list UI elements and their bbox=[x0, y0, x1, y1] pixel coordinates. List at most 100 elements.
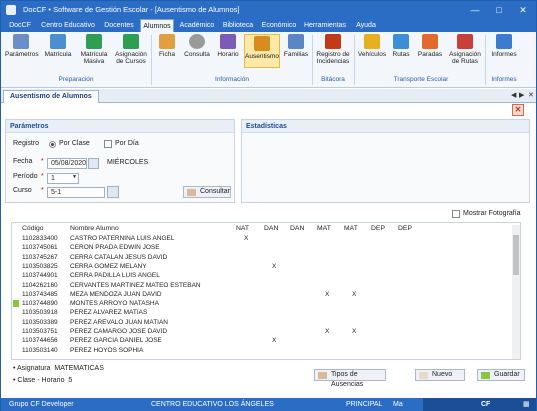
menu-herramientas[interactable]: Herramientas bbox=[301, 19, 349, 32]
menu-doccf[interactable]: DocCF bbox=[5, 19, 35, 32]
ribbon-asignacion-cursos-button[interactable]: Asignación de Cursos bbox=[113, 34, 149, 65]
tab-close-icon[interactable]: ✕ bbox=[528, 91, 534, 99]
column-header-dep-1[interactable]: DEP bbox=[371, 223, 385, 234]
menu-docentes[interactable]: Docentes bbox=[100, 19, 138, 32]
menu-biblioteca[interactable]: Biblioteca bbox=[219, 19, 257, 32]
cell-absence-mark[interactable]: X bbox=[352, 327, 356, 336]
cell-codigo: 1103503918 bbox=[22, 309, 58, 317]
menu-centro-educativo[interactable]: Centro Educativo bbox=[39, 19, 97, 32]
tab-prev-icon[interactable]: ◀ bbox=[511, 91, 516, 99]
tipos-ausencias-button[interactable]: Tipos de Ausencias bbox=[314, 369, 386, 388]
cell-absence-mark[interactable]: X bbox=[272, 262, 276, 271]
column-header-nombre[interactable]: Nombre Alumno bbox=[70, 223, 119, 234]
cell-codigo: 1103503825 bbox=[22, 262, 58, 270]
cell-absence-mark[interactable]: X bbox=[325, 327, 329, 336]
table-row[interactable]: 1103743485 MEZA MENDOZA JUAN DAVID X X bbox=[12, 290, 512, 299]
ribbon-registro-incidencias-button[interactable]: Registro de Incidencias bbox=[314, 34, 352, 65]
ribbon-paradas-button[interactable]: Paradas bbox=[416, 34, 444, 58]
table-row[interactable]: 1103503751 PEREZ CAMARGO JOSE DAVID X X bbox=[12, 327, 512, 336]
cell-nombre: CERRA CATALAN JESUS DAVID bbox=[70, 253, 168, 261]
table-row[interactable]: 1104262160 CERVANTES MARTINEZ MATEO ESTEB… bbox=[12, 281, 512, 290]
curso-input[interactable]: 5-1 bbox=[47, 187, 105, 198]
consultar-button[interactable]: Consultar bbox=[183, 186, 231, 198]
column-header-nat[interactable]: NAT bbox=[236, 223, 249, 234]
cell-absence-mark[interactable]: X bbox=[325, 290, 329, 299]
table-row[interactable]: 1103503918 PEREZ ALVAREZ MATIAS bbox=[12, 308, 512, 317]
por-clase-radio[interactable] bbox=[49, 141, 56, 148]
ribbon-informes-button[interactable]: Informes bbox=[488, 34, 520, 58]
column-header-dan-1[interactable]: DAN bbox=[264, 223, 278, 234]
ribbon-rutas-button[interactable]: Rutas bbox=[389, 34, 413, 58]
table-row[interactable]: 1103503389 PEREZ AREVALO JUAN MATIAN bbox=[12, 318, 512, 327]
ribbon-horario-button[interactable]: Horario bbox=[214, 34, 242, 58]
ribbon-ausentismo-button[interactable]: Ausentismo bbox=[244, 34, 280, 68]
ribbon-parametros-button[interactable]: Parámetros bbox=[5, 34, 39, 58]
minimize-button[interactable]: — bbox=[463, 3, 487, 17]
guardar-button[interactable]: Guardar bbox=[477, 369, 525, 381]
ribbon-button-label: Horario bbox=[217, 51, 239, 58]
ribbon-matricula-masiva-button[interactable]: Matrícula Masiva bbox=[77, 34, 111, 65]
cell-nombre: MONTES ARROYO NATASHA bbox=[70, 300, 159, 308]
cell-nombre: PEREZ ALVAREZ MATIAS bbox=[70, 309, 148, 317]
tab-ausentismo[interactable]: Ausentismo de Alumnos bbox=[3, 90, 99, 103]
table-row[interactable]: 1103744890 MONTES ARROYO NATASHA bbox=[12, 299, 512, 308]
cell-codigo: 1103503751 bbox=[22, 328, 58, 335]
nuevo-button[interactable]: Nuevo bbox=[415, 369, 465, 381]
ribbon-button-label: Informes bbox=[491, 51, 517, 58]
ribbon-vehiculos-button[interactable]: Vehículos bbox=[357, 34, 387, 58]
bus-icon bbox=[364, 34, 380, 49]
close-window-button[interactable]: ✕ bbox=[511, 3, 535, 17]
menu-academico[interactable]: Académico bbox=[177, 19, 217, 32]
close-form-icon[interactable]: ✕ bbox=[512, 104, 524, 116]
ribbon-button-label: Matrícula bbox=[44, 51, 72, 58]
menu-ayuda[interactable]: Ayuda bbox=[351, 19, 381, 32]
mostrar-fotografia-checkbox[interactable] bbox=[452, 210, 460, 218]
group-label-bitacora: Bitácora bbox=[321, 76, 345, 83]
cell-nombre: PEREZ HOYOS SOPHIA bbox=[70, 346, 144, 354]
calendar-icon[interactable] bbox=[88, 158, 99, 169]
ribbon-button-label: Ausentismo bbox=[245, 53, 279, 60]
cell-absence-mark[interactable]: X bbox=[272, 336, 276, 345]
ribbon-ficha-button[interactable]: Ficha bbox=[155, 34, 179, 58]
group-separator bbox=[312, 35, 313, 85]
curso-picker-icon[interactable] bbox=[107, 186, 119, 198]
ribbon-button-label: Vehículos bbox=[357, 51, 387, 58]
ribbon-familias-button[interactable]: Familias bbox=[282, 34, 310, 58]
maximize-button[interactable]: □ bbox=[487, 3, 511, 17]
table-row[interactable]: 1103744656 PEREZ GARCIA DANIEL JOSE X bbox=[12, 336, 512, 345]
column-header-dep-2[interactable]: DEP bbox=[398, 223, 412, 234]
column-header-mat-2[interactable]: MAT bbox=[344, 223, 358, 234]
por-dia-checkbox[interactable] bbox=[104, 140, 112, 148]
ribbon-consulta-button[interactable]: Consulta bbox=[182, 34, 212, 58]
clase-row: • Clase - Horario 5 bbox=[13, 377, 73, 384]
ribbon-matricula-button[interactable]: Matrícula bbox=[42, 34, 74, 58]
curso-label: Curso bbox=[13, 187, 32, 194]
table-row[interactable]: 1103503825 CERRA GOMEZ MELANY X bbox=[12, 262, 512, 271]
tab-next-icon[interactable]: ▶ bbox=[519, 91, 524, 99]
column-header-codigo[interactable]: Código bbox=[22, 223, 44, 234]
map-pin-icon bbox=[422, 34, 438, 49]
cell-absence-mark[interactable]: X bbox=[244, 234, 248, 243]
table-row[interactable]: 1103745267 CERRA CATALAN JESUS DAVID bbox=[12, 253, 512, 262]
cell-absence-mark[interactable]: X bbox=[352, 290, 356, 299]
menu-economico[interactable]: Económico bbox=[259, 19, 299, 32]
ribbon-button-label: Parámetros bbox=[5, 51, 39, 58]
search-icon bbox=[187, 189, 196, 196]
fecha-input[interactable]: 05/08/2020 bbox=[47, 158, 87, 169]
estadisticas-header: Estadísticas bbox=[242, 120, 529, 133]
menu-alumnos[interactable]: Alumnos bbox=[140, 19, 174, 32]
table-row[interactable]: 1103503140 PEREZ HOYOS SOPHIA bbox=[12, 346, 512, 355]
cell-codigo: 1103503389 bbox=[22, 318, 58, 326]
route-assign-icon bbox=[457, 34, 473, 49]
clase-value: 5 bbox=[68, 377, 73, 384]
ribbon-button-label: Ficha bbox=[159, 51, 175, 58]
scrollbar-thumb[interactable] bbox=[513, 235, 519, 275]
table-row[interactable]: 1102833400 CASTRO PATERNINA LUIS ANGEL X bbox=[12, 234, 512, 243]
table-row[interactable]: 1103745061 CERON PRADA EDWIN JOSE bbox=[12, 243, 512, 252]
table-row[interactable]: 1103744901 CERRA PADILLA LUIS ANGEL bbox=[12, 271, 512, 280]
cell-nombre: PEREZ CAMARGO JOSE DAVID bbox=[70, 328, 168, 335]
vertical-scrollbar[interactable] bbox=[512, 225, 520, 359]
ribbon-asignacion-rutas-button[interactable]: Asignación de Rutas bbox=[447, 34, 483, 65]
column-header-dan-2[interactable]: DAN bbox=[290, 223, 304, 234]
column-header-mat-1[interactable]: MAT bbox=[317, 223, 331, 234]
